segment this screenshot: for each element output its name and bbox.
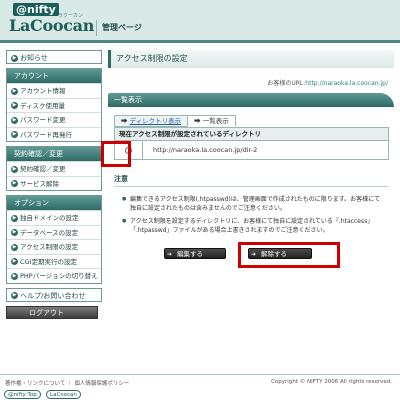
sidebar-item-contract[interactable]: ▶ 契約確認／変更	[7, 161, 101, 176]
sidebar-item-database[interactable]: ▶ データベースの設定	[7, 224, 101, 240]
note-item: アクセス制限を設定するディレクトリに、お客様にて独自に設定されている「.htac…	[122, 217, 384, 235]
sidebar-options-block: オプション ▶ 独自ドメインの設定 ▶ データベースの設定 ▶ アクセス制限の設定 ▶…	[6, 195, 102, 284]
edit-button[interactable]: ➔ 編集する	[164, 248, 226, 259]
arrow-icon: ▶	[11, 165, 18, 173]
sidebar-notice[interactable]: ▶ お知らせ	[6, 50, 102, 64]
sidebar-contract-heading: 契約確認／変更	[7, 147, 101, 161]
header-divider	[96, 20, 97, 36]
table-row: http://naraoka.la.coocan.jp/dir-2	[115, 141, 388, 159]
lacoocan-footer-logo[interactable]: LaCoocan	[46, 390, 81, 399]
arrow-icon: ⮕	[121, 117, 130, 125]
note-divider	[114, 186, 389, 187]
sidebar-item-cgi-schedule[interactable]: ▶ CGI定期実行の設定	[7, 253, 101, 269]
sidebar-help[interactable]: ▶ ヘルプ/お問い合わせ	[6, 287, 102, 302]
sidebar-account-block: アカウント ▶ アカウント情報 ▶ ディスク使用量 ▶ パスワード変更 ▶ パスワード再…	[6, 68, 102, 142]
page-title: アクセス制限の設定	[108, 50, 394, 68]
directory-table-header: 現在アクセス制限が設定されているディレクトリ	[115, 128, 388, 141]
arrow-icon: ▶	[11, 87, 18, 95]
sidebar-item-disk-usage[interactable]: ▶ ディスク使用量	[7, 97, 101, 113]
arrow-icon: ➔	[167, 251, 173, 258]
arrow-icon: ▶	[11, 292, 18, 299]
sidebar-options-heading: オプション	[7, 196, 101, 210]
sidebar-item-account-info[interactable]: ▶ アカウント情報	[7, 83, 101, 98]
arrow-icon: ▶	[11, 102, 18, 109]
arrow-icon: ▶	[11, 243, 18, 251]
tab-list-view[interactable]: ⮕ 一覧表示	[187, 115, 236, 127]
customer-url-value[interactable]: http://naraoka.la.coocan.jp/	[305, 80, 388, 87]
directory-table: 現在アクセス制限が設定されているディレクトリ http://naraoka.la…	[114, 127, 389, 160]
sidebar-item-domain[interactable]: ▶ 独自ドメインの設定	[7, 210, 101, 225]
footer-logos: @nifty Top LaCoocan	[4, 390, 84, 399]
arrow-icon: ▶	[11, 131, 18, 138]
section-title: 一覧表示	[108, 93, 394, 107]
lacoocan-logo[interactable]: LaCoocan	[9, 16, 94, 35]
tab-directory-view[interactable]: ⮕ ディレクトリ表示	[114, 115, 189, 127]
nifty-top-logo[interactable]: @nifty Top	[4, 390, 41, 399]
sidebar-item-password-change[interactable]: ▶ パスワード変更	[7, 112, 101, 127]
sidebar-item-php-version[interactable]: ▶ PHPバージョンの切り替え	[7, 268, 101, 283]
note-item: 編集できるアクセス制限(.htpasswd)は、管理画面で作成されたものに限りま…	[122, 195, 384, 213]
sidebar-item-access-restriction[interactable]: ▶ アクセス制限の設定	[7, 239, 101, 254]
arrow-icon: ▶	[11, 214, 18, 222]
arrow-icon: ▶	[11, 229, 18, 236]
arrow-icon: ▶	[11, 272, 18, 280]
main-content: アクセス制限の設定 お客様のURL:http://naraoka.la.cooc…	[108, 50, 394, 259]
sidebar-item-service-cancel[interactable]: ▶ サービス解除	[7, 175, 101, 191]
logout-button[interactable]: ログアウト	[6, 305, 98, 319]
arrow-icon: ▶	[11, 180, 18, 187]
header: @nifty ラクーカン LaCoocan 管理ページ	[0, 0, 400, 40]
arrow-icon: ▶	[11, 258, 18, 265]
highlight-radio-box	[101, 141, 131, 167]
sidebar-item-password-reissue[interactable]: ▶ パスワード再発行	[7, 126, 101, 142]
arrow-icon: ▶	[11, 116, 18, 124]
header-band	[0, 40, 400, 43]
customer-url: お客様のURL:http://naraoka.la.coocan.jp/	[267, 80, 388, 87]
sidebar-account-heading: アカウント	[7, 69, 101, 83]
nifty-logo[interactable]: @nifty	[13, 3, 59, 16]
arrow-icon: ⮕	[194, 117, 203, 125]
notes-list: 編集できるアクセス制限(.htpasswd)は、管理画面で作成されたものに限りま…	[122, 195, 384, 235]
highlight-remove-box	[238, 242, 340, 268]
footer-links[interactable]: 著作権・リンクについて ｜ 個人情報保護ポリシー	[5, 379, 129, 387]
footer: 著作権・リンクについて ｜ 個人情報保護ポリシー Copyright © NIF…	[0, 374, 400, 389]
note-title: 注意	[114, 175, 128, 183]
sidebar: ▶ お知らせ アカウント ▶ アカウント情報 ▶ ディスク使用量 ▶ パスワード変更 ▶…	[6, 50, 102, 319]
directory-path: http://naraoka.la.coocan.jp/dir-2	[153, 146, 258, 154]
arrow-icon: ▶	[11, 54, 18, 62]
header-title: 管理ページ	[102, 23, 142, 32]
copyright: Copyright © NIFTY 2006 All rights reserv…	[271, 379, 392, 385]
sidebar-contract-block: 契約確認／変更 ▶ 契約確認／変更 ▶ サービス解除	[6, 146, 102, 191]
view-tabs: ⮕ ディレクトリ表示 ⮕ 一覧表示	[114, 115, 394, 127]
